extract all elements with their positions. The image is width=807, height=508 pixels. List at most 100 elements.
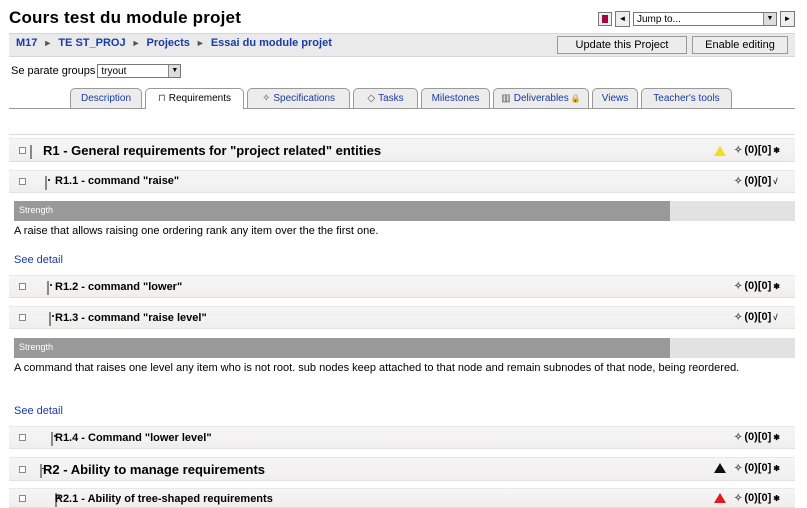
tab-deliverables[interactable]: ▥ Deliverables 🔒 bbox=[493, 88, 589, 108]
previous-arrow-button[interactable]: ◄ bbox=[615, 11, 630, 27]
requirement-description: A raise that allows raising one ordering… bbox=[14, 225, 379, 237]
action-icon[interactable]: ✱ bbox=[773, 433, 780, 442]
tab-requirements[interactable]: ⊓ Requirements bbox=[145, 88, 244, 109]
spec-link-icon[interactable]: ✧ bbox=[734, 281, 742, 292]
counts-value: (0)[0] bbox=[744, 311, 772, 323]
priority-marker-icon bbox=[714, 493, 726, 503]
requirement-title-r1-2[interactable]: R1.2 - command "lower" bbox=[55, 281, 182, 293]
spec-link-icon[interactable]: ✧ bbox=[734, 145, 742, 156]
action-icon[interactable]: ✱ bbox=[773, 494, 780, 503]
breadcrumb-link-projects[interactable]: Projects bbox=[147, 37, 190, 49]
breadcrumb-separator: ► bbox=[195, 38, 205, 48]
action-icon[interactable]: ✱ bbox=[773, 146, 780, 155]
strength-bar: Strength bbox=[14, 338, 795, 358]
action-icon[interactable]: ✱ bbox=[773, 282, 780, 291]
leaf-node-icon bbox=[47, 281, 49, 295]
counts-value: (0)[0] bbox=[744, 431, 772, 443]
breadcrumb-current: Essai du module projet bbox=[210, 37, 332, 49]
breadcrumb-separator: ► bbox=[131, 38, 141, 48]
tasks-icon: ◇ bbox=[367, 93, 376, 104]
priority-marker-icon bbox=[714, 463, 726, 473]
tab-tasks[interactable]: ◇ Tasks bbox=[353, 88, 418, 108]
jump-to-select[interactable]: Jump to... ▼ bbox=[633, 12, 777, 26]
requirement-title-r1-1[interactable]: R1.1 - command "raise" bbox=[55, 175, 179, 187]
requirement-description: A command that raises one level any item… bbox=[14, 362, 740, 374]
select-checkbox[interactable] bbox=[19, 283, 26, 290]
strength-bar: Strength bbox=[14, 201, 795, 221]
tab-label: Teacher's tools bbox=[653, 93, 720, 104]
tab-views[interactable]: Views bbox=[592, 88, 638, 108]
requirements-icon: ⊓ bbox=[157, 93, 166, 104]
strength-bar-fill bbox=[14, 338, 671, 358]
breadcrumb: M17 ► TE ST_PROJ ► Projects ► Essai du m… bbox=[16, 37, 332, 49]
tab-label: Specifications bbox=[273, 93, 336, 104]
leaf-node-icon bbox=[45, 176, 47, 190]
leaf-node-icon bbox=[51, 432, 53, 446]
strength-label: Strength bbox=[19, 205, 54, 215]
chevron-down-icon: ▼ bbox=[168, 65, 181, 77]
requirement-counts: ✧ (0)[0] ✱ bbox=[734, 144, 780, 156]
requirement-counts: ✧ (0)[0] √ bbox=[734, 175, 778, 187]
tab-baseline bbox=[9, 108, 795, 109]
page-title: Cours test du module projet bbox=[9, 8, 242, 27]
strength-label: Strength bbox=[19, 342, 54, 352]
expand-toggle-icon[interactable] bbox=[30, 145, 32, 159]
next-arrow-button[interactable]: ► bbox=[780, 11, 795, 27]
tab-label: Milestones bbox=[431, 93, 480, 104]
requirement-counts: ✧ (0)[0] √ bbox=[734, 311, 778, 323]
select-checkbox[interactable] bbox=[19, 466, 26, 473]
spec-link-icon[interactable]: ✧ bbox=[734, 493, 742, 504]
requirement-counts: ✧ (0)[0] ✱ bbox=[734, 492, 780, 504]
requirement-title-r1[interactable]: R1 - General requirements for "project r… bbox=[43, 143, 381, 158]
counts-value: (0)[0] bbox=[744, 175, 772, 187]
select-checkbox[interactable] bbox=[19, 178, 26, 185]
strength-bar-fill bbox=[14, 201, 671, 221]
chevron-down-icon: ▼ bbox=[763, 13, 776, 25]
lock-icon: 🔒 bbox=[570, 94, 581, 103]
spec-link-icon[interactable]: ✧ bbox=[734, 312, 742, 323]
collapse-toggle-icon[interactable] bbox=[40, 464, 42, 478]
group-select[interactable]: tryout ▼ bbox=[97, 64, 182, 78]
select-checkbox[interactable] bbox=[19, 434, 26, 441]
tab-description[interactable]: Description bbox=[70, 88, 142, 108]
tab-label: Views bbox=[601, 93, 629, 104]
spec-link-icon[interactable]: ✧ bbox=[734, 463, 742, 474]
breadcrumb-link-shortname[interactable]: TE ST_PROJ bbox=[58, 37, 125, 49]
breadcrumb-link-course[interactable]: M17 bbox=[16, 37, 37, 49]
action-icon[interactable]: √ bbox=[773, 313, 777, 322]
tab-milestones[interactable]: Milestones bbox=[421, 88, 490, 108]
select-checkbox[interactable] bbox=[19, 147, 26, 154]
tab-label: Tasks bbox=[378, 93, 404, 104]
jump-navigation: ◄ Jump to... ▼ ► bbox=[598, 11, 795, 27]
see-detail-link[interactable]: See detail bbox=[14, 405, 63, 417]
jump-to-label: Jump to... bbox=[637, 14, 681, 25]
breadcrumb-separator: ► bbox=[43, 38, 53, 48]
action-icon[interactable]: √ bbox=[773, 177, 777, 186]
counts-value: (0)[0] bbox=[744, 492, 772, 504]
tab-specifications[interactable]: ✧ Specifications bbox=[247, 88, 350, 108]
requirement-title-r2-1[interactable]: R2.1 - Ability of tree-shaped requiremen… bbox=[55, 493, 273, 505]
select-checkbox[interactable] bbox=[19, 314, 26, 321]
counts-value: (0)[0] bbox=[744, 462, 772, 474]
enable-editing-button[interactable]: Enable editing bbox=[692, 36, 788, 54]
spec-link-icon[interactable]: ✧ bbox=[734, 432, 742, 443]
report-icon[interactable] bbox=[598, 12, 612, 26]
update-project-button[interactable]: Update this Project bbox=[557, 36, 687, 54]
priority-marker-icon bbox=[714, 146, 726, 156]
counts-value: (0)[0] bbox=[744, 280, 772, 292]
requirement-title-r1-4[interactable]: R1.4 - Command "lower level" bbox=[55, 432, 212, 444]
requirement-title-r1-3[interactable]: R1.3 - command "raise level" bbox=[55, 312, 207, 324]
specifications-icon: ✧ bbox=[261, 93, 271, 104]
tab-label: Description bbox=[80, 93, 132, 104]
tab-teachers-tools[interactable]: Teacher's tools bbox=[641, 88, 732, 108]
spec-link-icon[interactable]: ✧ bbox=[734, 176, 742, 187]
group-select-value: tryout bbox=[101, 66, 127, 77]
requirement-title-r2[interactable]: R2 - Ability to manage requirements bbox=[43, 462, 265, 477]
counts-value: (0)[0] bbox=[744, 144, 772, 156]
select-checkbox[interactable] bbox=[19, 495, 26, 502]
requirement-counts: ✧ (0)[0] ✱ bbox=[734, 431, 780, 443]
separate-groups-label: Se parate groups bbox=[11, 65, 96, 77]
see-detail-link[interactable]: See detail bbox=[14, 254, 63, 266]
action-icon[interactable]: ✱ bbox=[773, 464, 780, 473]
leaf-node-icon bbox=[49, 312, 51, 326]
